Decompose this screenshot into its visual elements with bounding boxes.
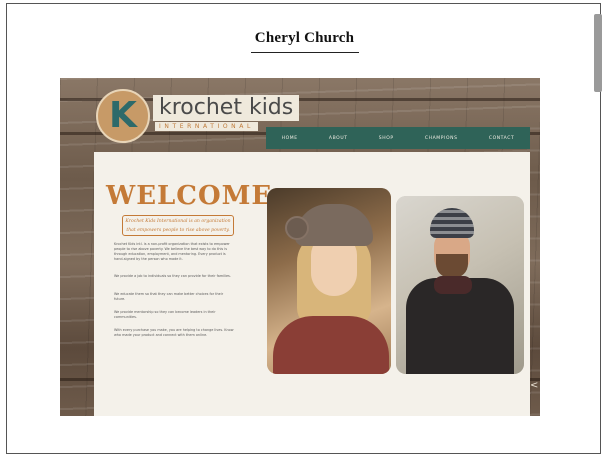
- photo-man-in-beanie: [396, 196, 524, 374]
- body-paragraph: We provide a job to individuals so they …: [114, 274, 231, 278]
- nav-contact-link[interactable]: CONTACT: [489, 136, 515, 141]
- photo-woman-in-beanie: [267, 188, 391, 374]
- author-underline: [251, 52, 359, 53]
- logo-subtitle: INTERNATIONAL: [155, 122, 258, 131]
- flower-icon: [285, 216, 309, 240]
- nav-about-link[interactable]: ABOUT: [329, 136, 348, 141]
- logo-letter: K: [109, 95, 137, 136]
- author-title: Cheryl Church: [254, 30, 355, 46]
- slide-frame: Cheryl Church K krochet kids INTERNATION…: [6, 3, 601, 454]
- body-paragraph: We provide mentorship so they can become…: [114, 310, 216, 319]
- side-arrow-icon[interactable]: <: [530, 380, 538, 391]
- scarf-shape: [434, 276, 472, 294]
- body-paragraph: With every purchase you make, you are he…: [114, 328, 234, 337]
- site-nav-bar: HOME ABOUT SHOP CHAMPIONS CONTACT: [266, 127, 530, 149]
- nav-champions-link[interactable]: CHAMPIONS: [425, 136, 458, 141]
- logo-wordmark[interactable]: krochet kids: [153, 95, 300, 121]
- beard-shape: [436, 254, 468, 278]
- tagline-box: Krochet Kids International is an organiz…: [122, 215, 234, 236]
- welcome-heading: WELCOME: [106, 181, 273, 211]
- website-screenshot: K krochet kids INTERNATIONAL HOME ABOUT …: [60, 78, 540, 416]
- scrollbar-thumb[interactable]: [594, 14, 602, 92]
- krochet-kids-logo-icon[interactable]: K: [96, 89, 150, 143]
- nav-shop-link[interactable]: SHOP: [379, 136, 394, 141]
- body-paragraph: Krochet Kids intl. is a non-profit organ…: [114, 242, 230, 261]
- sweater-shape: [273, 316, 389, 374]
- body-paragraph: We educate them so that they can make be…: [114, 292, 224, 301]
- nav-home-link[interactable]: HOME: [282, 136, 298, 141]
